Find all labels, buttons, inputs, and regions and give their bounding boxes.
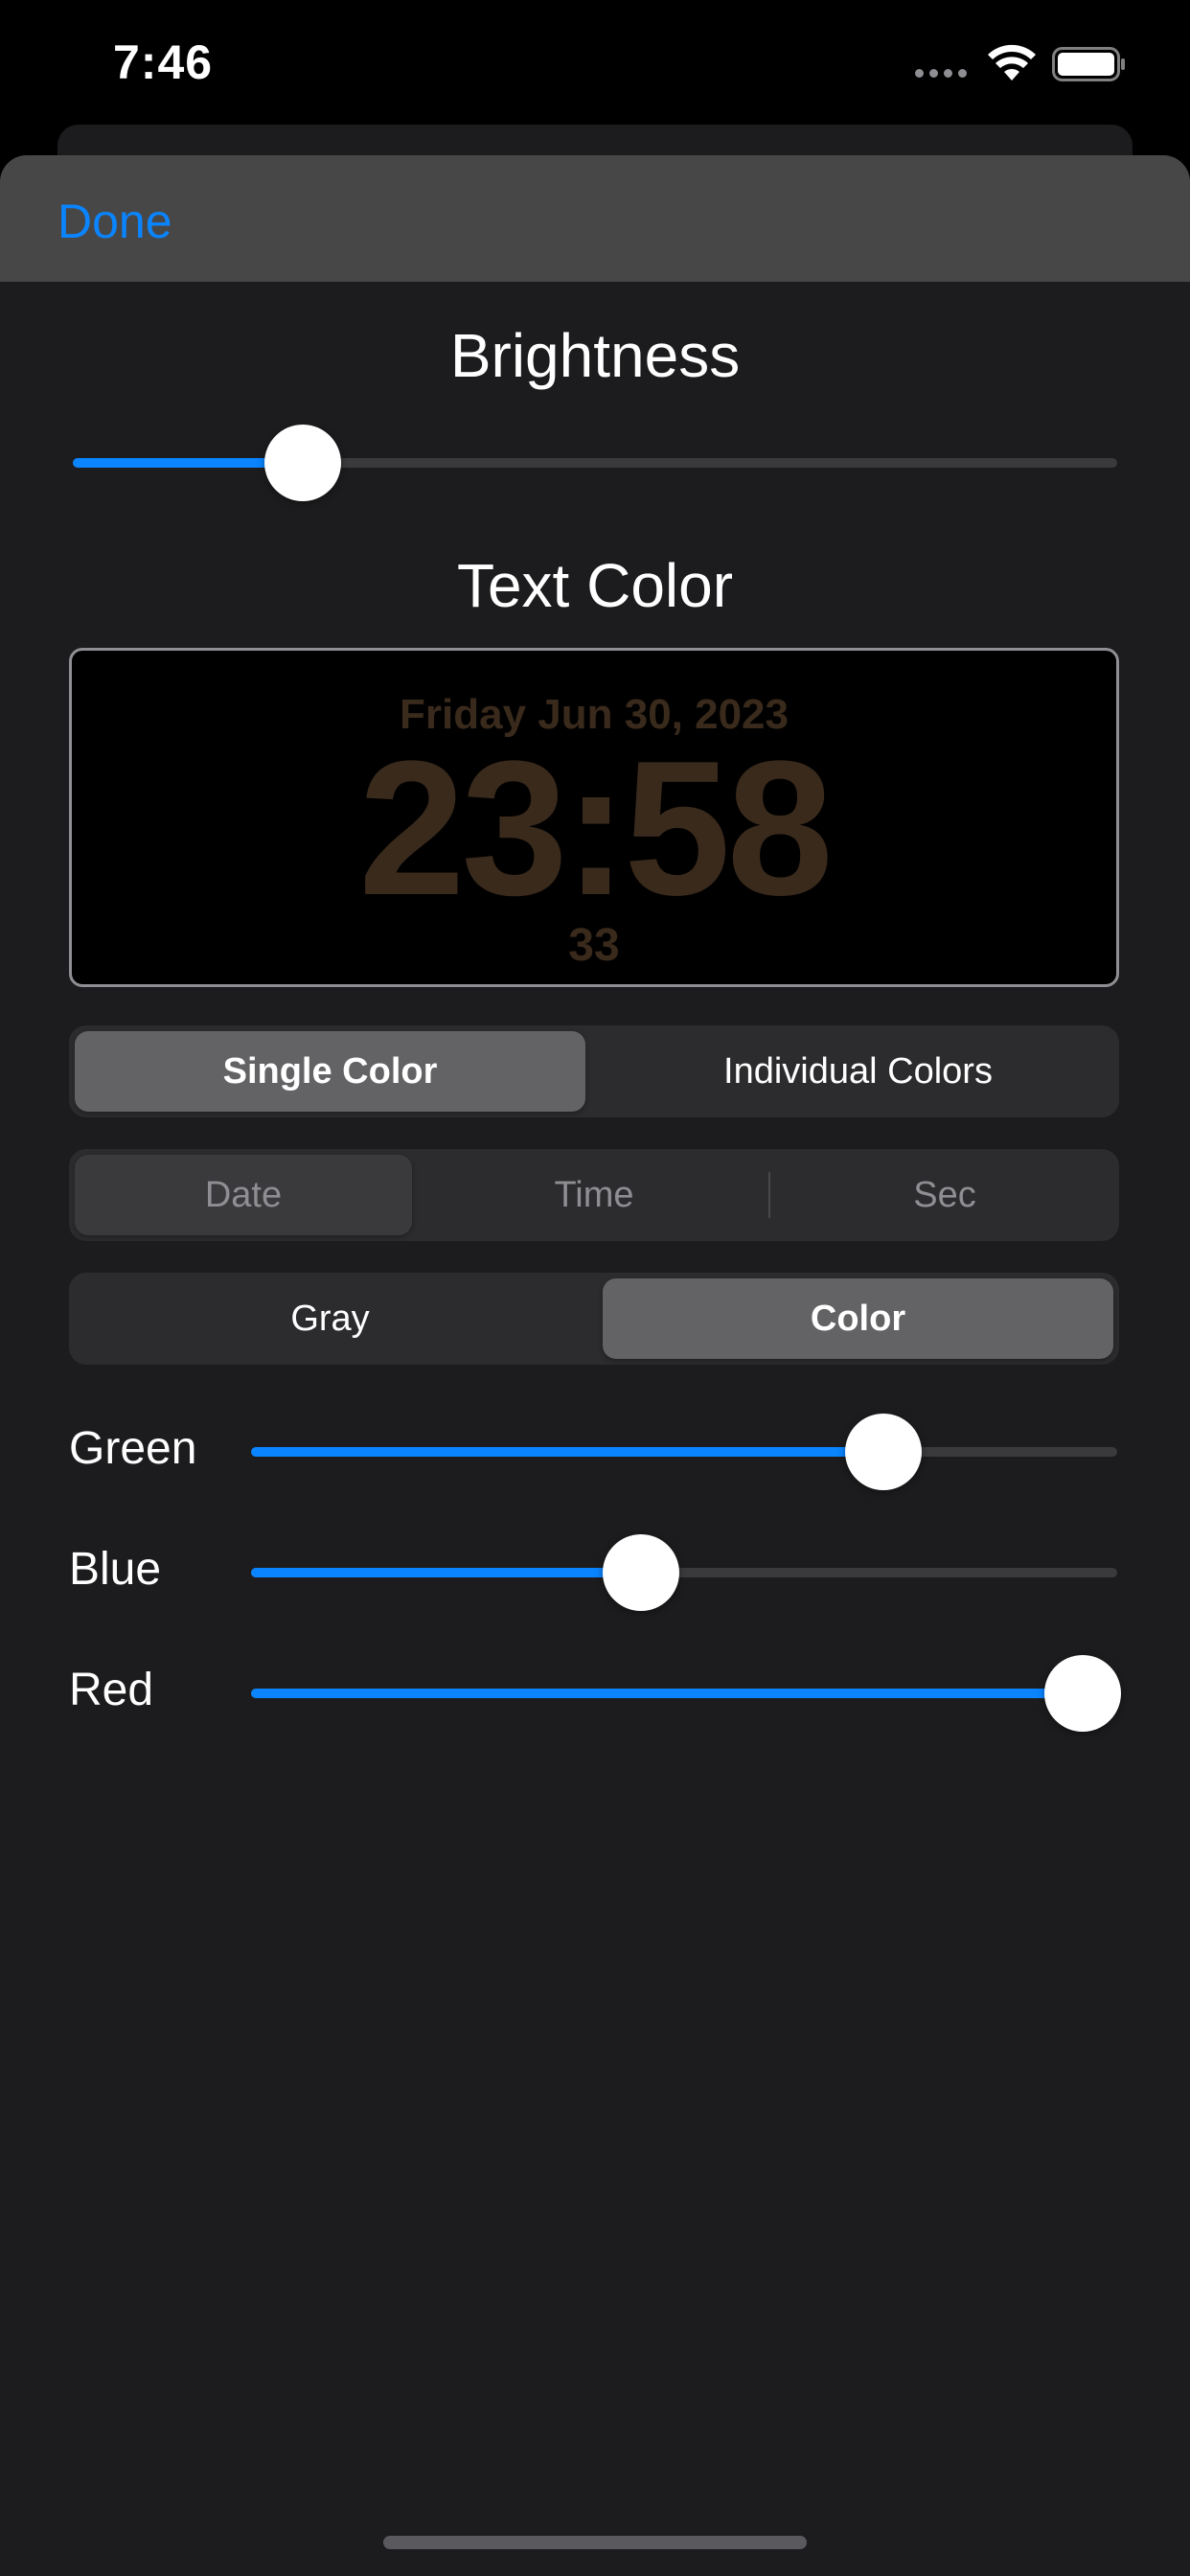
green-slider-label: Green — [69, 1423, 197, 1474]
segment-time[interactable]: Time — [425, 1155, 763, 1235]
preview-time: 23:58 — [358, 722, 834, 935]
clock-part-control: Date Time Sec — [69, 1149, 1119, 1241]
done-button[interactable]: Done — [57, 194, 172, 249]
red-slider-fill — [251, 1689, 1083, 1698]
text-color-title: Text Color — [456, 551, 734, 620]
brightness-slider[interactable] — [73, 425, 1117, 501]
sheet-header: Done — [0, 155, 1190, 282]
brightness-slider-thumb[interactable] — [263, 425, 341, 501]
segment-color[interactable]: Color — [603, 1278, 1113, 1359]
green-slider-thumb[interactable] — [844, 1414, 922, 1490]
clock-preview: Friday Jun 30, 2023 23:58 33 — [69, 648, 1119, 987]
status-bar: 7:46 — [0, 0, 1190, 134]
segment-sec[interactable]: Sec — [776, 1155, 1113, 1235]
signal-icon — [915, 69, 967, 78]
blue-slider-label: Blue — [69, 1544, 162, 1595]
green-slider-fill — [251, 1447, 883, 1457]
settings-sheet: Done Brightness Text Color Friday Jun 30… — [0, 155, 1190, 2576]
color-mode-control: Single Color Individual Colors — [69, 1025, 1119, 1117]
red-slider[interactable] — [251, 1655, 1121, 1732]
segment-individual-colors[interactable]: Individual Colors — [603, 1031, 1113, 1112]
red-slider-label: Red — [69, 1665, 154, 1715]
segment-divider — [768, 1172, 770, 1218]
battery-icon — [1052, 47, 1125, 81]
preview-seconds: 33 — [568, 920, 620, 971]
blue-slider[interactable] — [251, 1534, 1117, 1611]
blue-slider-thumb[interactable] — [602, 1534, 679, 1611]
status-time: 7:46 — [113, 35, 214, 89]
home-indicator — [383, 2536, 807, 2549]
blue-slider-fill — [251, 1568, 641, 1577]
segment-date[interactable]: Date — [75, 1155, 412, 1235]
brightness-title: Brightness — [449, 321, 741, 390]
wifi-icon — [988, 44, 1036, 80]
red-slider-thumb[interactable] — [1043, 1655, 1121, 1732]
segment-gray[interactable]: Gray — [75, 1278, 585, 1359]
color-type-control: Gray Color — [69, 1273, 1119, 1365]
green-slider[interactable] — [251, 1414, 1117, 1490]
segment-single-color[interactable]: Single Color — [75, 1031, 585, 1112]
